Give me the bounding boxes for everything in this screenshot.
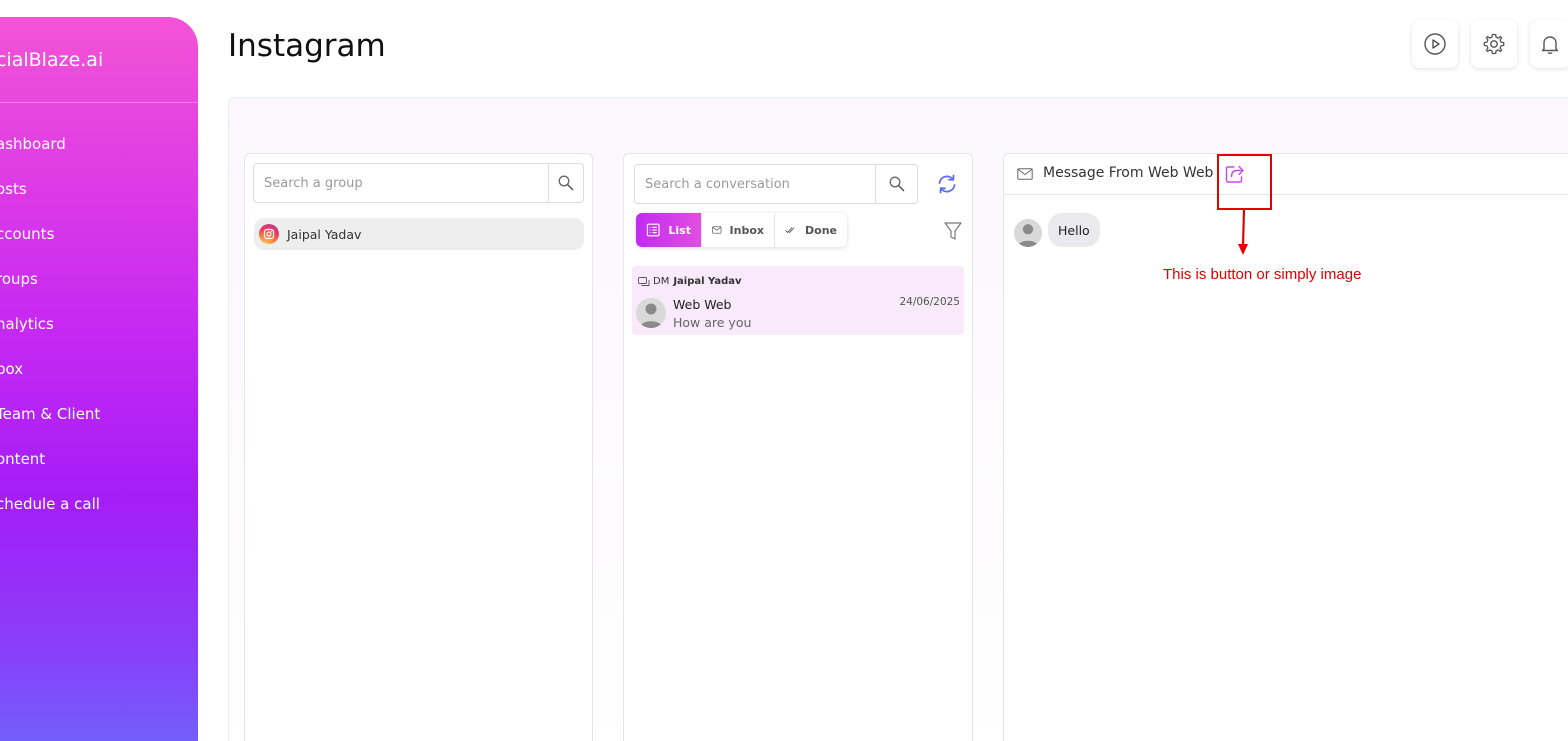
conversation-account: Jaipal Yadav [673,276,742,287]
sidebar-item-inbox[interactable]: box [0,360,23,378]
sidebar-item-schedule-call[interactable]: chedule a call [0,495,100,513]
brand-logo[interactable]: cialBlaze.ai [0,49,103,71]
settings-button[interactable] [1471,20,1517,68]
annotation-highlight-box [1217,154,1272,210]
list-icon [646,223,660,237]
message-header: Message From Web Web [1004,155,1568,195]
tab-done[interactable]: Done [775,213,847,247]
group-search-button[interactable] [548,164,583,202]
tutorial-video-button[interactable] [1412,20,1458,68]
conversation-preview: How are you [673,315,752,330]
conversation-type: DM [653,276,670,287]
avatar [636,298,666,328]
search-icon [558,175,574,191]
group-search-input[interactable] [254,164,550,202]
gear-icon [1483,33,1505,55]
group-search [253,163,584,203]
mail-icon [1017,168,1033,180]
conversation-date: 24/06/2025 [899,296,960,308]
conversation-search [634,164,918,204]
conversation-search-button[interactable] [875,165,917,203]
tab-list[interactable]: List [636,213,702,247]
message-bubble: Hello [1048,213,1100,247]
play-circle-icon [1424,33,1446,55]
sidebar-item-content[interactable]: ontent [0,450,45,468]
tab-done-label: Done [805,223,837,237]
message-title: Message From Web Web [1043,165,1214,181]
conversation-item[interactable]: DM Jaipal Yadav Web Web How are you 24/0… [632,266,964,335]
mail-icon [712,226,722,234]
search-icon [889,176,904,192]
group-item-jaipal-yadav[interactable]: Jaipal Yadav [254,218,584,250]
filter-button[interactable] [943,220,965,242]
chat-icon [638,276,650,286]
user-icon [1017,224,1039,247]
tab-list-label: List [668,223,691,237]
refresh-icon [938,174,956,194]
user-icon [640,303,662,328]
conversation-view-tabs: List Inbox Done [636,213,847,247]
page-title: Instagram [228,28,386,64]
annotation-text: This is button or simply image [1163,266,1362,283]
refresh-button[interactable] [935,172,959,196]
sidebar-item-posts[interactable]: osts [0,180,27,198]
conversation-name: Web Web [673,297,732,312]
annotation-arrow-icon [1238,210,1248,255]
instagram-icon [259,224,279,244]
sidebar: cialBlaze.ai ashboard osts ccounts roups… [0,17,198,741]
conversation-search-input[interactable] [635,165,877,203]
sidebar-divider [0,102,198,103]
sidebar-item-dashboard[interactable]: ashboard [0,135,66,153]
tab-inbox-label: Inbox [729,223,764,237]
group-item-label: Jaipal Yadav [287,226,362,242]
double-check-icon [785,227,795,233]
conversation-meta: DM Jaipal Yadav [638,276,742,287]
notifications-button[interactable] [1530,20,1568,68]
avatar [1014,219,1042,247]
sidebar-item-accounts[interactable]: ccounts [0,225,54,243]
bell-icon [1541,36,1559,55]
tab-inbox[interactable]: Inbox [702,213,775,247]
sidebar-item-team-client[interactable]: Team & Client [0,405,100,423]
sidebar-item-analytics[interactable]: nalytics [0,315,54,333]
filter-icon [944,222,962,240]
sidebar-item-groups[interactable]: roups [0,270,38,288]
